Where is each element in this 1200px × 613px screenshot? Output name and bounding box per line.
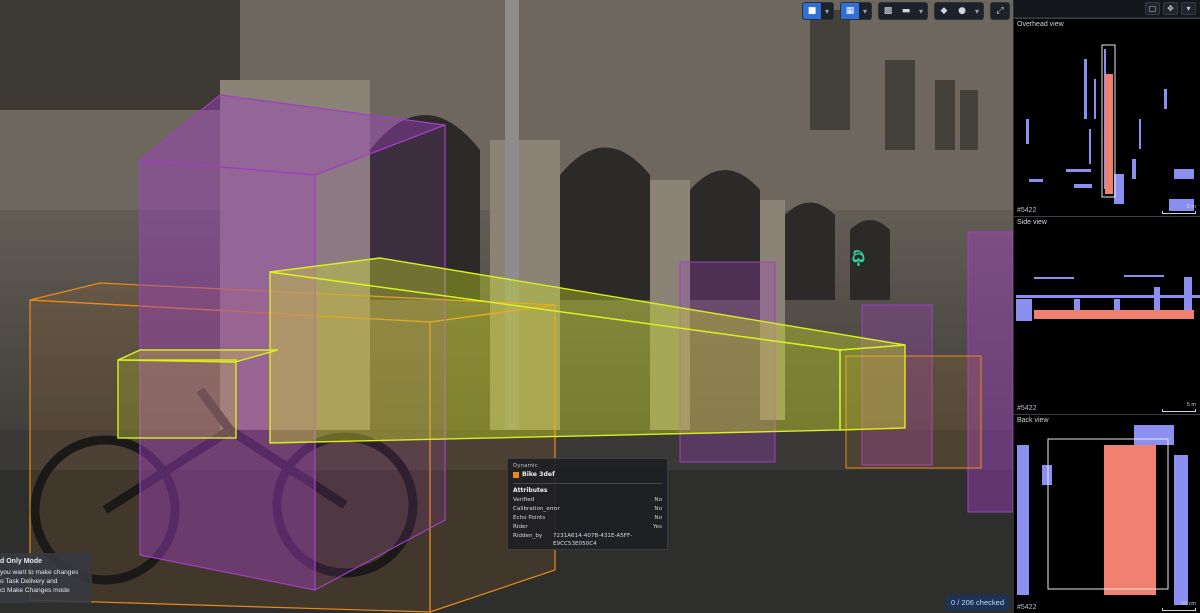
ridden-by-value: 7231A614-407B-431E-A5FF- E9CC53E050C4: [553, 532, 662, 548]
video-icon[interactable]: ▬: [897, 3, 915, 19]
selected-points: [1104, 445, 1156, 595]
attribute-row: Verified No: [513, 496, 662, 505]
side-point-cloud: [1016, 275, 1200, 321]
scale-bar: 5 m: [1162, 204, 1196, 214]
fullscreen-group: ⤢: [990, 2, 1010, 20]
checked-counter: 0 / 206 checked: [946, 595, 1009, 610]
grid-layout-icon[interactable]: ▦: [841, 3, 859, 19]
ridden-by-line1: 7231A614-407B-431E-A5FF-: [553, 533, 633, 539]
selected-points: [1034, 310, 1194, 319]
read-only-line: you want to make changes: [0, 569, 79, 576]
tooltip-divider: [513, 483, 662, 484]
scale-label: 50 cm: [1181, 601, 1196, 607]
attribute-key: Ridden_by: [513, 533, 543, 539]
expand-icon[interactable]: ⤢: [991, 3, 1009, 19]
panel-toolbar: ▢ ✥ ▾: [1014, 0, 1200, 18]
shop-sign: ಧಿ: [852, 243, 865, 267]
attribute-value: No: [654, 506, 662, 512]
chevron-down-icon[interactable]: ▾: [915, 3, 927, 19]
view-label: Side view: [1017, 219, 1047, 226]
overhead-point-cloud: [1026, 44, 1194, 211]
attribute-value: No: [654, 515, 662, 521]
object-color-swatch: [513, 471, 519, 478]
scale-bar: 50 cm: [1162, 601, 1196, 611]
layout-group: ▦ ▾: [840, 2, 872, 20]
attribute-value: Yes: [652, 524, 662, 530]
object-kind: Dynamic: [513, 463, 538, 469]
back-view[interactable]: Back view #5422 50 cm: [1014, 414, 1200, 613]
dark-building-corner: [0, 0, 240, 110]
camera-group: ■ ▾: [802, 2, 834, 20]
attribute-key: Echo Points: [513, 515, 546, 521]
object-tooltip: Dynamic Bike 3def Attributes Verified No …: [507, 458, 668, 550]
back-point-cloud: [1017, 425, 1188, 605]
object-name: Bike 3def: [522, 471, 555, 478]
pattern-icon[interactable]: ▩: [879, 3, 897, 19]
attribute-row: Calibration_error No: [513, 505, 662, 514]
annotation-workspace: ಧಿ ■ ▾ ▦ ▾ ▩ ▬ ▾ ◆ ● ▾ ⤢ Dynamic Bike 3d…: [0, 0, 1200, 613]
attribute-row: Rider Yes: [513, 523, 662, 532]
move-icon[interactable]: ✥: [1163, 2, 1178, 15]
panel-layout-icon[interactable]: ▢: [1145, 2, 1160, 15]
chevron-down-icon[interactable]: ▾: [859, 3, 871, 19]
video-camera-icon[interactable]: ■: [803, 3, 821, 19]
viewport-toolbar: ■ ▾ ▦ ▾ ▩ ▬ ▾ ◆ ● ▾ ⤢: [802, 2, 1010, 20]
attribute-key: Verified: [513, 497, 535, 503]
chevron-down-icon[interactable]: ▾: [1181, 2, 1196, 15]
view-label: Overhead view: [1017, 21, 1064, 28]
read-only-notice: d Only Mode you want to make changes o T…: [0, 553, 92, 603]
frame-id: #5422: [1017, 604, 1037, 611]
attribute-key: Calibration_error: [513, 506, 560, 512]
attribute-value: No: [654, 497, 662, 503]
read-only-title: d Only Mode: [0, 558, 42, 565]
ridden-by-line2: E9CC53E050C4: [553, 541, 597, 547]
ridden-by-row: Ridden_by 7231A614-407B-431E-A5FF- E9CC53…: [513, 532, 662, 548]
tools-group: ▩ ▬ ▾: [878, 2, 928, 20]
chevron-down-icon[interactable]: ▾: [971, 3, 983, 19]
layers-icon[interactable]: ◆: [935, 3, 953, 19]
read-only-line: ct Make Changes mode: [0, 587, 70, 594]
frame-id: #5422: [1017, 207, 1037, 214]
frame-id: #5422: [1017, 405, 1037, 412]
side-views-panel: ▢ ✥ ▾ Overhead view #5422 5 m Side view …: [1013, 0, 1200, 613]
overhead-view[interactable]: Overhead view #5422 5 m: [1014, 18, 1200, 216]
scale-label: 5 m: [1186, 402, 1196, 408]
selected-points: [1105, 74, 1113, 194]
read-only-line: o Task Delivery and: [0, 578, 58, 585]
scale-label: 5 m: [1186, 204, 1196, 210]
attribute-key: Rider: [513, 524, 528, 530]
display-group: ◆ ● ▾: [934, 2, 984, 20]
scale-bar: 5 m: [1162, 402, 1196, 412]
circle-icon[interactable]: ●: [953, 3, 971, 19]
attribute-row: Echo Points No: [513, 514, 662, 523]
attributes-title: Attributes: [513, 487, 548, 494]
side-view[interactable]: Side view #5422 5 m: [1014, 216, 1200, 414]
object-title-row: Bike 3def: [513, 471, 662, 478]
chevron-down-icon[interactable]: ▾: [821, 3, 833, 19]
view-label: Back view: [1017, 417, 1049, 424]
camera-viewport[interactable]: ಧಿ ■ ▾ ▦ ▾ ▩ ▬ ▾ ◆ ● ▾ ⤢ Dynamic Bike 3d…: [0, 0, 1013, 613]
